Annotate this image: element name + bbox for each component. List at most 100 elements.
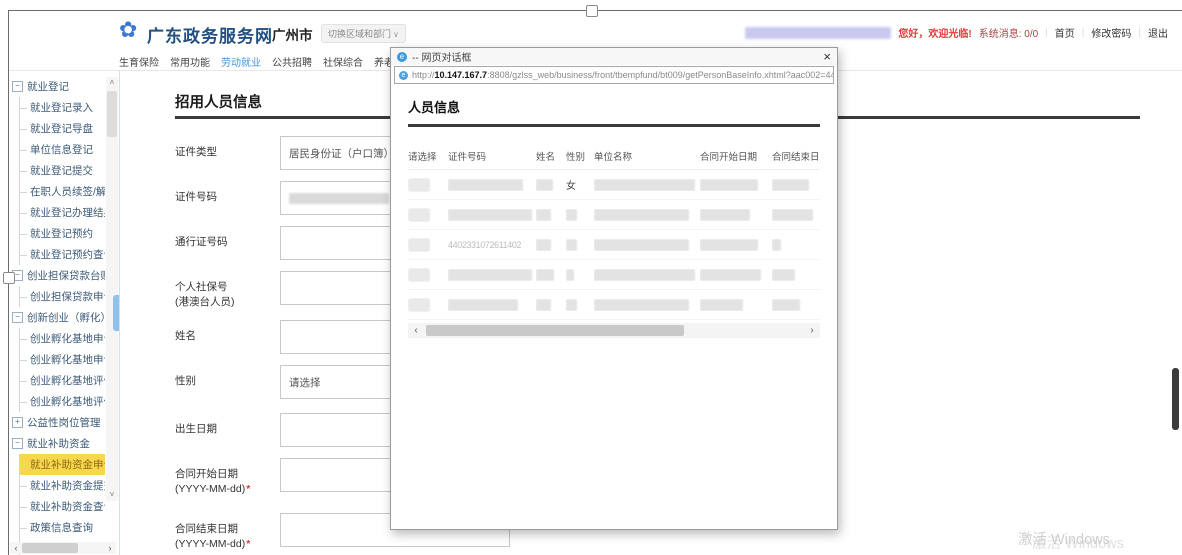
header-link[interactable]: 首页 bbox=[1055, 25, 1075, 40]
person-table: 请选择证件号码姓名性别单位名称合同开始日期合同结束日期 女44023310726… bbox=[408, 143, 820, 338]
sidebar-group[interactable]: −就业补助资金 bbox=[12, 433, 105, 454]
sidebar-group-label[interactable]: 公益性岗位管理 bbox=[27, 415, 101, 430]
url-prefix: http:// bbox=[412, 70, 435, 80]
redacted-cell bbox=[700, 299, 743, 311]
field-label-text: 姓名 bbox=[175, 329, 280, 344]
region-switch-button[interactable]: 切换区域和部门∨ bbox=[321, 24, 406, 43]
redacted-cell bbox=[408, 208, 430, 222]
scroll-right-icon[interactable]: › bbox=[804, 325, 820, 336]
webpage-dialog: e -- 网页对话框 × e http://10.147.167.7:8808/… bbox=[390, 47, 838, 530]
dialog-titlebar[interactable]: e -- 网页对话框 × bbox=[391, 48, 837, 65]
table-cell bbox=[566, 209, 594, 221]
watermark-text: 激活 Windows bbox=[1018, 532, 1110, 548]
tree-collapse-icon[interactable]: − bbox=[12, 312, 23, 323]
tree-expand-icon[interactable]: + bbox=[12, 417, 23, 428]
table-cell bbox=[772, 239, 818, 251]
dialog-title: -- 网页对话框 bbox=[412, 49, 471, 64]
field-label: 合同开始日期(YYYY-MM-dd)* bbox=[175, 458, 280, 497]
redacted-cell bbox=[566, 239, 577, 251]
table-cell bbox=[448, 209, 536, 221]
sidebar-item[interactable]: 就业登记提交 bbox=[20, 160, 105, 181]
field-label: 出生日期 bbox=[175, 413, 280, 447]
sidebar-item[interactable]: 就业补助资金申请 bbox=[20, 454, 105, 475]
table-hscrollbar-thumb[interactable] bbox=[426, 325, 684, 336]
sidebar-group-label[interactable]: 就业登记 bbox=[27, 79, 69, 94]
sidebar-group-label[interactable]: 创新创业（孵化）示范基地 bbox=[27, 310, 105, 325]
sidebar-group[interactable]: + 公益性岗位管理 bbox=[12, 412, 105, 433]
table-cell bbox=[700, 179, 772, 191]
browser-icon: e bbox=[397, 52, 407, 62]
redacted-cell bbox=[408, 268, 430, 282]
table-cell bbox=[566, 299, 594, 311]
scroll-left-icon[interactable]: ‹ bbox=[10, 543, 22, 553]
crop-resize-handle-left[interactable] bbox=[3, 272, 15, 284]
sidebar-horizontal-scrollbar[interactable]: ‹ › bbox=[10, 542, 116, 554]
redacted-cell bbox=[536, 209, 551, 221]
sidebar-item[interactable]: 创业孵化基地申请 bbox=[20, 328, 105, 349]
sidebar-item[interactable]: 就业登记导盘 bbox=[20, 118, 105, 139]
table-row[interactable]: 4402331072611402 bbox=[408, 230, 820, 260]
table-cell bbox=[700, 239, 772, 251]
sidebar-group[interactable]: −创业担保贷款台账 bbox=[12, 265, 105, 286]
scroll-right-icon[interactable]: › bbox=[104, 543, 116, 553]
table-row[interactable] bbox=[408, 290, 820, 320]
table-cell bbox=[408, 178, 448, 192]
table-row[interactable]: 女 bbox=[408, 170, 820, 200]
sidebar-group-label[interactable]: 就业补助资金 bbox=[27, 436, 90, 451]
windows-activation-watermark: 激活 Windows 激活 Windows bbox=[1018, 528, 1110, 549]
redacted-cell bbox=[536, 299, 551, 311]
redacted-cell bbox=[448, 209, 532, 221]
table-cell bbox=[594, 209, 700, 221]
sidebar-item[interactable]: 单位信息登记 bbox=[20, 139, 105, 160]
redacted-cell bbox=[408, 298, 430, 312]
scroll-left-icon[interactable]: ‹ bbox=[408, 325, 424, 336]
tree-collapse-icon[interactable]: − bbox=[12, 438, 23, 449]
field-label: 个人社保号(港澳台人员) bbox=[175, 271, 280, 310]
sidebar-vertical-scrollbar[interactable]: ˄ ˅ bbox=[106, 77, 118, 501]
field-label-sub: (YYYY-MM-dd)* bbox=[175, 482, 280, 497]
sidebar-hscrollbar-thumb[interactable] bbox=[22, 543, 78, 553]
sidebar-item[interactable]: 创业孵化基地申请查询 bbox=[20, 349, 105, 370]
sidebar-item[interactable]: 政策信息查询 bbox=[20, 517, 105, 538]
dialog-heading-underline bbox=[408, 124, 820, 127]
table-cell bbox=[700, 269, 772, 281]
sidebar-item[interactable]: 就业补助资金提交 bbox=[20, 475, 105, 496]
sidebar-item[interactable]: 就业登记预约查询 bbox=[20, 244, 105, 265]
table-cell bbox=[536, 179, 566, 191]
required-asterisk: * bbox=[246, 483, 250, 495]
field-label-text: 通行证号码 bbox=[175, 235, 280, 250]
redacted-username bbox=[745, 27, 891, 39]
sidebar-group[interactable]: −创新创业（孵化）示范基地 bbox=[12, 307, 105, 328]
sidebar-item[interactable]: 在职人员续签/解除 bbox=[20, 181, 105, 202]
system-message-counter[interactable]: 系统消息: 0/0 bbox=[979, 25, 1038, 40]
header-link[interactable]: 修改密码 bbox=[1091, 25, 1131, 40]
redacted-cell bbox=[594, 209, 689, 221]
sidebar-item[interactable]: 就业登记预约 bbox=[20, 223, 105, 244]
table-row[interactable] bbox=[408, 260, 820, 290]
sidebar-group[interactable]: −就业登记 bbox=[12, 76, 105, 97]
sidebar-scrollbar-thumb[interactable] bbox=[107, 91, 117, 137]
sidebar-item[interactable]: 就业登记录入 bbox=[20, 97, 105, 118]
sidebar-group-children: 创业担保贷款申请 bbox=[19, 286, 105, 307]
table-horizontal-scrollbar[interactable]: ‹ › bbox=[408, 323, 820, 338]
field-label: 性别 bbox=[175, 365, 280, 399]
table-row[interactable] bbox=[408, 200, 820, 230]
column-header: 证件号码 bbox=[448, 149, 536, 163]
scroll-up-icon[interactable]: ˄ bbox=[106, 77, 118, 89]
scroll-down-icon[interactable]: ˅ bbox=[106, 489, 118, 501]
sidebar-item[interactable]: 创业孵化基地评价申请查询 bbox=[20, 391, 105, 412]
sidebar-item[interactable]: 就业登记办理结果查询 bbox=[20, 202, 105, 223]
crop-resize-handle-top[interactable] bbox=[586, 5, 598, 17]
field-label-text: 合同开始日期 bbox=[175, 467, 280, 482]
sidebar-group-label[interactable]: 创业担保贷款台账 bbox=[27, 268, 105, 283]
page-scrollbar-thumb[interactable] bbox=[1172, 368, 1179, 430]
header-links: |首页|修改密码|退出 bbox=[1045, 25, 1168, 40]
close-icon[interactable]: × bbox=[823, 50, 831, 63]
sidebar-item[interactable]: 创业担保贷款申请 bbox=[20, 286, 105, 307]
sidebar-item[interactable]: 就业补助资金查询 bbox=[20, 496, 105, 517]
sidebar-item[interactable]: 创业孵化基地评价申请 bbox=[20, 370, 105, 391]
header-link[interactable]: 退出 bbox=[1148, 25, 1168, 40]
tree-collapse-icon[interactable]: − bbox=[12, 81, 23, 92]
region-switch-label: 切换区域和部门 bbox=[328, 29, 391, 39]
sidebar-splitter-handle[interactable] bbox=[113, 295, 119, 331]
